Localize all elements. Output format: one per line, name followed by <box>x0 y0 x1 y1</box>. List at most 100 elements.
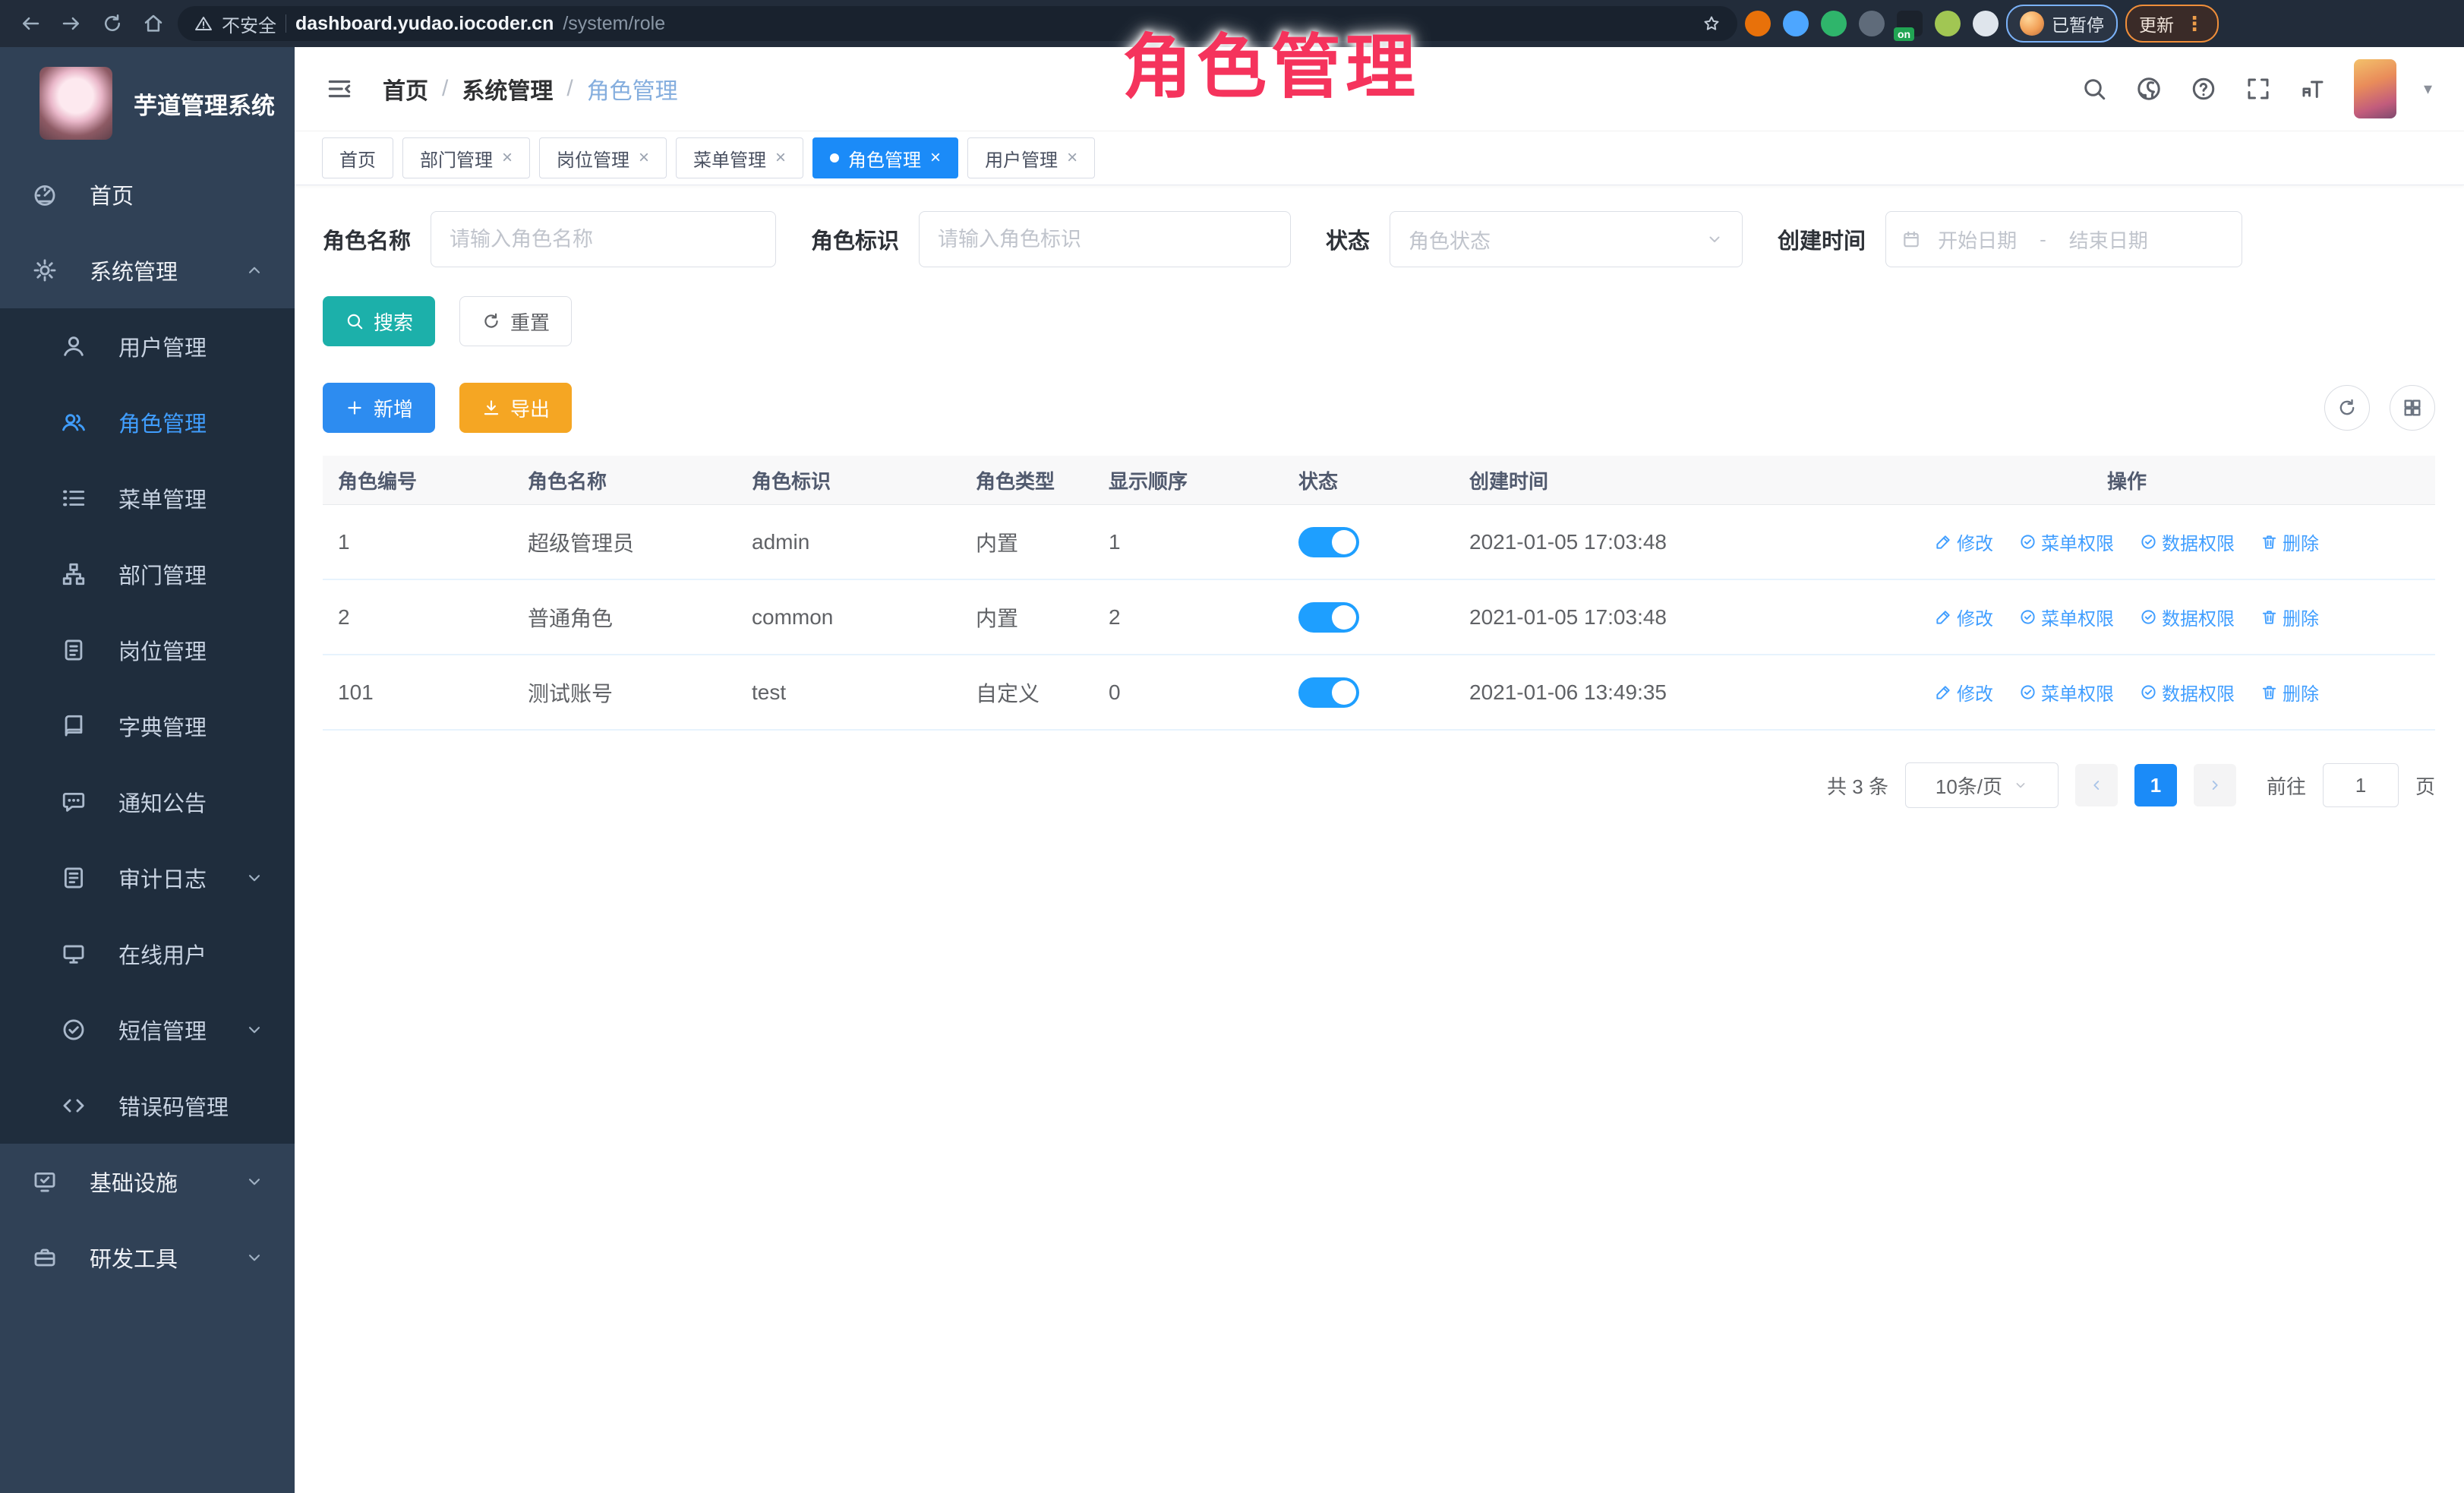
action-菜单权限[interactable]: 菜单权限 <box>2019 529 2114 555</box>
avatar-caret-icon[interactable]: ▾ <box>2424 79 2432 99</box>
role-status-toggle[interactable] <box>1298 527 1359 557</box>
close-icon[interactable]: × <box>930 147 941 169</box>
sidebar-item-dev-tools[interactable]: 研发工具 <box>0 1220 295 1296</box>
sidebar-item-audit-log[interactable]: 审计日志 <box>0 840 295 916</box>
status-select[interactable]: 角色状态 <box>1390 211 1743 267</box>
role-name-cell: 超级管理员 <box>513 527 737 557</box>
prev-page-button[interactable] <box>2075 764 2118 806</box>
sidebar-item-label: 岗位管理 <box>118 634 207 666</box>
bookmark-star-icon[interactable] <box>1702 14 1721 33</box>
reset-button-label: 重置 <box>510 308 550 336</box>
goto-page-input[interactable] <box>2323 763 2399 807</box>
search-button[interactable]: 搜索 <box>323 296 435 346</box>
sidebar-item-role-mgmt[interactable]: 角色管理 <box>0 384 295 460</box>
breadcrumb-system[interactable]: 系统管理 <box>462 72 553 106</box>
sidebar-item-online-users[interactable]: 在线用户 <box>0 916 295 992</box>
close-icon[interactable]: × <box>502 147 513 169</box>
browser-menu-icon[interactable]: ⋮ <box>2185 12 2205 36</box>
github-icon[interactable] <box>2135 75 2163 103</box>
sidebar-item-error-code-mgmt[interactable]: 错误码管理 <box>0 1068 295 1144</box>
action-修改[interactable]: 修改 <box>1935 604 1993 630</box>
help-icon[interactable] <box>2190 75 2217 103</box>
sidebar-item-user-mgmt[interactable]: 用户管理 <box>0 308 295 384</box>
close-icon[interactable]: × <box>639 147 649 169</box>
page-number-1[interactable]: 1 <box>2134 764 2177 806</box>
close-icon[interactable]: × <box>775 147 786 169</box>
sidebar-item-post-mgmt[interactable]: 岗位管理 <box>0 612 295 688</box>
extension-lime-icon[interactable] <box>1935 11 1961 36</box>
sidebar-item-dept-mgmt[interactable]: 部门管理 <box>0 536 295 612</box>
add-role-button[interactable]: 新增 <box>323 383 435 433</box>
role-id-cell: 2 <box>323 605 513 630</box>
calendar-icon <box>1901 229 1921 249</box>
extension-pin-icon[interactable] <box>1973 11 1999 36</box>
role-status-toggle[interactable] <box>1298 602 1359 633</box>
fullscreen-icon[interactable] <box>2245 75 2272 103</box>
role-key-input[interactable] <box>919 211 1291 267</box>
page-content: 角色名称 角色标识 状态 角色状态 创建时间 开始日期 - 结束日期 <box>295 185 2464 1493</box>
browser-home-button[interactable] <box>137 7 170 40</box>
action-修改[interactable]: 修改 <box>1935 529 1993 555</box>
tab-部门管理[interactable]: 部门管理× <box>402 137 530 178</box>
table-header-row: 角色编号角色名称角色标识角色类型显示顺序状态创建时间操作 <box>323 456 2435 505</box>
action-删除[interactable]: 删除 <box>2261 679 2319 705</box>
sidebar-item-notice[interactable]: 通知公告 <box>0 764 295 840</box>
extension-green-icon[interactable] <box>1821 11 1847 36</box>
font-size-icon[interactable] <box>2299 75 2327 103</box>
action-菜单权限[interactable]: 菜单权限 <box>2019 679 2114 705</box>
tab-用户管理[interactable]: 用户管理× <box>967 137 1095 178</box>
export-button[interactable]: 导出 <box>459 383 572 433</box>
browser-update-button[interactable]: 更新 ⋮ <box>2125 5 2219 43</box>
extension-gray-icon[interactable] <box>1859 11 1885 36</box>
search-icon[interactable] <box>2081 75 2108 103</box>
next-page-button[interactable] <box>2194 764 2236 806</box>
app-logo-row[interactable]: 芋道管理系统 <box>0 47 295 156</box>
column-header: 角色标识 <box>737 466 961 494</box>
table-row: 2普通角色common内置22021-01-05 17:03:48修改菜单权限数… <box>323 580 2435 655</box>
tab-首页[interactable]: 首页 <box>322 137 393 178</box>
action-label: 菜单权限 <box>2041 529 2114 555</box>
sidebar-collapse-button[interactable] <box>322 71 357 106</box>
extension-dark-on-icon[interactable]: on <box>1897 11 1923 36</box>
table-body: 1超级管理员admin内置12021-01-05 17:03:48修改菜单权限数… <box>323 505 2435 731</box>
column-settings-button[interactable] <box>2390 385 2435 431</box>
action-数据权限[interactable]: 数据权限 <box>2140 679 2235 705</box>
close-icon[interactable]: × <box>1067 147 1077 169</box>
chevron-down-icon <box>245 1248 264 1267</box>
action-删除[interactable]: 删除 <box>2261 604 2319 630</box>
browser-forward-button[interactable] <box>55 7 88 40</box>
sidebar-item-menu-mgmt[interactable]: 菜单管理 <box>0 460 295 536</box>
hamburger-icon <box>325 74 354 103</box>
search-buttons-row: 搜索 重置 <box>323 296 2435 346</box>
sidebar-item-infrastructure[interactable]: 基础设施 <box>0 1144 295 1220</box>
address-bar[interactable]: 不安全 dashboard.yudao.iocoder.cn /system/r… <box>178 6 1737 41</box>
tab-角色管理[interactable]: 角色管理× <box>812 137 958 178</box>
create-time-range-picker[interactable]: 开始日期 - 结束日期 <box>1885 211 2242 267</box>
refresh-table-button[interactable] <box>2324 385 2370 431</box>
sidebar-item-system-mgmt[interactable]: 系统管理 <box>0 232 295 308</box>
action-删除[interactable]: 删除 <box>2261 529 2319 555</box>
extension-orange-icon[interactable] <box>1745 11 1771 36</box>
role-status-toggle[interactable] <box>1298 677 1359 708</box>
sidebar-item-home[interactable]: 首页 <box>0 156 295 232</box>
role-name-input[interactable] <box>431 211 776 267</box>
tab-菜单管理[interactable]: 菜单管理× <box>676 137 803 178</box>
action-菜单权限[interactable]: 菜单权限 <box>2019 604 2114 630</box>
action-数据权限[interactable]: 数据权限 <box>2140 604 2235 630</box>
breadcrumb-home[interactable]: 首页 <box>383 72 428 106</box>
header-actions: ▾ <box>2081 59 2432 118</box>
browser-reload-button[interactable] <box>96 7 129 40</box>
extension-blue-drop-icon[interactable] <box>1783 11 1809 36</box>
browser-profile-button[interactable]: 已暂停 <box>2006 5 2118 43</box>
page-size-select[interactable]: 10条/页 <box>1905 762 2059 808</box>
sidebar-item-sms-mgmt[interactable]: 短信管理 <box>0 992 295 1068</box>
action-修改[interactable]: 修改 <box>1935 679 1993 705</box>
sidebar-item-dict-mgmt[interactable]: 字典管理 <box>0 688 295 764</box>
action-数据权限[interactable]: 数据权限 <box>2140 529 2235 555</box>
user-avatar[interactable] <box>2354 59 2396 118</box>
tab-岗位管理[interactable]: 岗位管理× <box>539 137 667 178</box>
export-button-label: 导出 <box>510 394 550 422</box>
browser-back-button[interactable] <box>14 7 47 40</box>
reset-button[interactable]: 重置 <box>459 296 572 346</box>
action-label: 菜单权限 <box>2041 604 2114 630</box>
